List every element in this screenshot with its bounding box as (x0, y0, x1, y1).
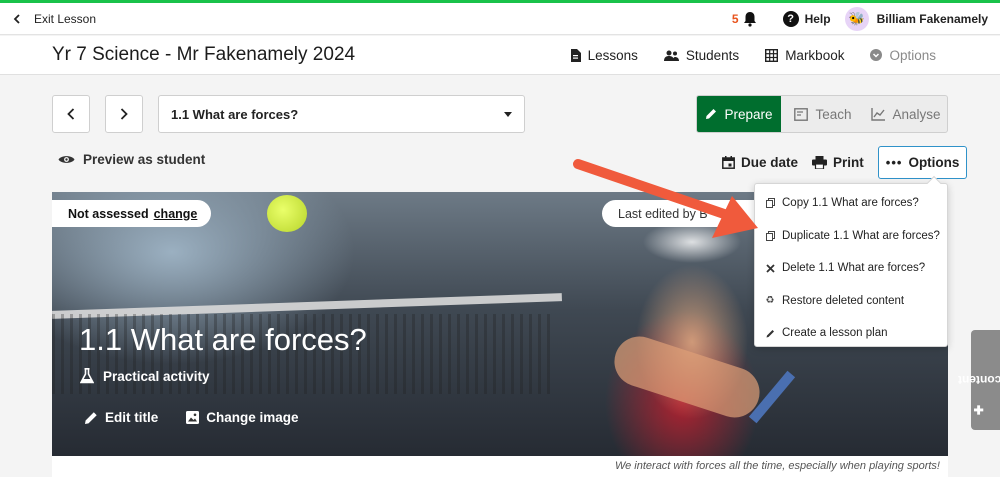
notification-count: 5 (731, 11, 739, 26)
pencil-icon (765, 329, 775, 338)
copy-icon (765, 198, 775, 209)
chevron-left-icon (67, 108, 75, 120)
image-caption: We interact with forces all the time, es… (614, 460, 940, 472)
eye-icon (58, 156, 75, 163)
pencil-icon (85, 411, 97, 424)
chevron-left-icon (13, 13, 20, 24)
document-icon (570, 48, 581, 62)
image-caption-bar: We interact with forces all the time, es… (52, 456, 948, 477)
nav-students[interactable]: Students (663, 47, 740, 63)
player-arm (607, 330, 767, 424)
nav-markbook[interactable]: Markbook (765, 48, 844, 63)
mode-analyse-label: Analyse (892, 106, 941, 122)
options-label: Options (908, 154, 960, 170)
change-image-button[interactable]: Change image (186, 410, 299, 425)
duplicate-icon (765, 230, 775, 241)
change-image-label: Change image (206, 410, 299, 425)
chevron-right-icon (120, 108, 128, 120)
close-icon (765, 264, 775, 273)
grid-icon (765, 48, 779, 62)
nav-students-label: Students (685, 47, 740, 63)
menu-item-duplicate[interactable]: Duplicate 1.1 What are forces? (755, 220, 947, 253)
course-title: Yr 7 Science - Mr Fakenamely 2024 (52, 44, 356, 65)
lesson-actions: Due date Print ••• Options (722, 145, 968, 179)
mode-analyse-button[interactable]: Analyse (865, 96, 947, 132)
menu-item-lesson-plan[interactable]: Create a lesson plan (755, 317, 947, 350)
printer-icon (812, 155, 828, 169)
tennis-ball (267, 195, 307, 232)
menu-item-copy-label: Copy 1.1 What are forces? (782, 197, 919, 210)
nav-options[interactable]: Options (870, 48, 936, 63)
exit-lesson-link[interactable]: Exit Lesson (12, 12, 96, 26)
hero-actions: Edit title Change image (84, 410, 327, 425)
nav-options-label: Options (889, 47, 936, 63)
mode-prepare-label: Prepare (724, 106, 773, 122)
lesson-navigator: 1.1 What are forces? (52, 95, 525, 133)
assessment-status: Not assessed (68, 206, 149, 221)
add-content-label: ✚ Add content (958, 345, 1000, 415)
caret-down-icon (504, 111, 512, 117)
question-icon: ? (782, 10, 799, 27)
mode-prepare-button[interactable]: Prepare (697, 96, 781, 132)
lesson-title: 1.1 What are forces? (79, 322, 367, 357)
help-button[interactable]: ? Help (782, 10, 831, 27)
menu-item-restore[interactable]: ♻ Restore deleted content (755, 285, 947, 318)
user-name: Billiam Fakenamely (876, 11, 988, 26)
nav-lessons-label: Lessons (587, 47, 638, 63)
bell-icon (743, 11, 756, 27)
change-assessment-link[interactable]: change (154, 207, 198, 221)
menu-item-lesson-plan-label: Create a lesson plan (782, 327, 888, 340)
calendar-icon (722, 155, 735, 169)
top-bar: Exit Lesson 5 ? Help 🐝 Billiam Fakenamel… (0, 3, 1000, 35)
presentation-icon (794, 107, 809, 121)
flask-icon (80, 368, 94, 384)
avatar: 🐝 (844, 6, 869, 31)
options-dropdown-menu: Copy 1.1 What are forces? Duplicate 1.1 … (754, 175, 948, 350)
nav-lessons[interactable]: Lessons (570, 48, 638, 63)
menu-item-copy[interactable]: Copy 1.1 What are forces? (755, 187, 947, 220)
chevron-circle-icon (870, 49, 883, 61)
print-button[interactable]: Print (812, 155, 864, 170)
preview-as-student-button[interactable]: Preview as student (58, 152, 205, 167)
mode-teach-button[interactable]: Teach (781, 96, 865, 132)
due-date-label: Due date (741, 154, 799, 170)
lesson-select-value: 1.1 What are forces? (171, 106, 299, 122)
ellipsis-icon: ••• (885, 154, 903, 170)
options-button[interactable]: ••• Options (877, 145, 968, 179)
edit-title-button[interactable]: Edit title (84, 410, 158, 425)
next-lesson-button[interactable] (105, 95, 143, 133)
recycle-icon: ♻ (765, 295, 775, 307)
pencil-icon (706, 109, 717, 119)
preview-label: Preview as student (83, 152, 206, 167)
mode-teach-label: Teach (815, 106, 852, 122)
mode-switcher: Prepare Teach Analyse (696, 95, 948, 133)
people-icon (663, 50, 679, 61)
menu-item-delete-label: Delete 1.1 What are forces? (782, 262, 926, 275)
print-label: Print (833, 154, 864, 170)
edit-title-label: Edit title (105, 410, 159, 425)
nav-markbook-label: Markbook (785, 47, 845, 63)
menu-item-delete[interactable]: Delete 1.1 What are forces? (755, 252, 947, 285)
menu-item-duplicate-label: Duplicate 1.1 What are forces? (782, 229, 940, 242)
user-menu[interactable]: 🐝 Billiam Fakenamely (844, 6, 988, 31)
menu-item-restore-label: Restore deleted content (782, 294, 905, 307)
line-chart-icon (871, 107, 886, 121)
due-date-button[interactable]: Due date (722, 155, 798, 170)
image-icon (186, 411, 200, 424)
assessment-badge: Not assessed change (52, 200, 212, 227)
help-label: Help (804, 11, 831, 26)
exit-lesson-label: Exit Lesson (34, 11, 97, 26)
add-content-text: Add content (957, 373, 1000, 387)
add-content-tab[interactable]: ✚ Add content (958, 330, 1000, 430)
activity-type-label: Practical activity (103, 368, 210, 384)
lesson-select[interactable]: 1.1 What are forces? (158, 95, 525, 133)
notifications-button[interactable]: 5 (732, 11, 757, 27)
previous-lesson-button[interactable] (52, 95, 90, 133)
activity-type: Practical activity (80, 368, 210, 384)
course-nav: Lessons Students Markbook Options (544, 48, 936, 63)
course-header: Yr 7 Science - Mr Fakenamely 2024 Lesson… (0, 36, 1000, 75)
